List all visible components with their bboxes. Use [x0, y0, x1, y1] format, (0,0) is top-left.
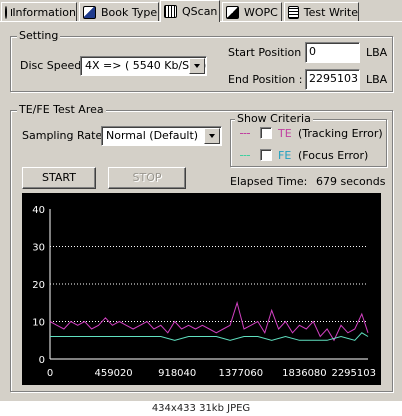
tab-qscan[interactable]: QScan [160, 0, 220, 22]
setting-legend: Setting [17, 29, 61, 42]
y-tick-label: 40 [32, 205, 45, 216]
te-checkbox[interactable] [260, 127, 272, 139]
stop-button[interactable]: STOP [108, 167, 186, 189]
sampling-rate-select[interactable]: Normal (Default) [101, 126, 222, 146]
chevron-down-icon[interactable] [189, 58, 205, 74]
x-tick-label: 459020 [95, 368, 133, 379]
fe-abbr-label: FE [278, 149, 292, 162]
te-abbr-label: TE [278, 127, 292, 140]
book-icon [83, 5, 96, 19]
start-button[interactable]: START [22, 167, 96, 189]
disc-speed-label: Disc Speed: [20, 59, 85, 72]
chart-background [22, 193, 381, 385]
elapsed-time-value: 679 seconds [316, 175, 386, 188]
start-position-label: Start Position : [228, 46, 309, 59]
chevron-down-icon[interactable] [204, 128, 220, 144]
end-position-input[interactable]: 2295103 [305, 69, 360, 90]
x-tick-label: 918040 [158, 368, 196, 379]
start-position-input[interactable]: 0 [305, 42, 360, 63]
tab-label: Book Type [101, 5, 158, 19]
x-tick-label: 0 [47, 368, 53, 379]
te-fe-chart: 0 10 20 30 40 0 459020 918040 1377060 1836080 2295… [22, 193, 381, 385]
qscan-icon [164, 5, 177, 18]
tab-label: QScan [182, 5, 218, 18]
tab-label: Test Write [303, 5, 358, 19]
tab-test-write[interactable]: Test Write [284, 2, 359, 21]
tab-wopc[interactable]: WOPC [222, 2, 282, 21]
tab-strip: Information Book Type QScan WOPC Test Wr… [0, 0, 402, 22]
y-tick-label: 0 [39, 355, 45, 366]
end-unit-label: LBA [366, 73, 388, 86]
disc-speed-select[interactable]: 4X => ( 5540 Kb/Sec) [80, 56, 207, 76]
te-line-sample [240, 133, 250, 134]
qscan-window: Information Book Type QScan WOPC Test Wr… [0, 0, 402, 401]
y-tick-label: 10 [32, 318, 45, 329]
image-info-caption: 434x433 31kb JPEG [0, 401, 402, 416]
end-position-label: End Position : [228, 73, 303, 86]
x-tick-label: 1377060 [219, 368, 264, 379]
info-icon [5, 5, 14, 19]
fe-checkbox[interactable] [260, 149, 272, 161]
tab-label: Information [12, 5, 76, 19]
start-unit-label: LBA [366, 46, 388, 59]
show-criteria-legend: Show Criteria [235, 112, 313, 125]
tab-information[interactable]: Information [1, 2, 77, 21]
y-tick-label: 30 [32, 243, 45, 254]
tab-label: WOPC [244, 5, 278, 19]
elapsed-time-label: Elapsed Time: [230, 175, 308, 188]
x-tick-label: 2295103 [331, 368, 376, 379]
sampling-rate-value: Normal (Default) [106, 129, 199, 142]
fe-desc-label: (Focus Error) [298, 149, 369, 162]
tab-book-type[interactable]: Book Type [79, 2, 159, 21]
wopc-icon [226, 5, 239, 19]
te-desc-label: (Tracking Error) [298, 127, 383, 140]
fe-line-sample [240, 155, 250, 156]
test-area-legend: TE/FE Test Area [17, 103, 106, 116]
sampling-rate-label: Sampling Rate : [22, 129, 110, 142]
x-tick-label: 1836080 [282, 368, 327, 379]
test-write-icon [288, 5, 299, 19]
y-tick-label: 20 [32, 280, 45, 291]
